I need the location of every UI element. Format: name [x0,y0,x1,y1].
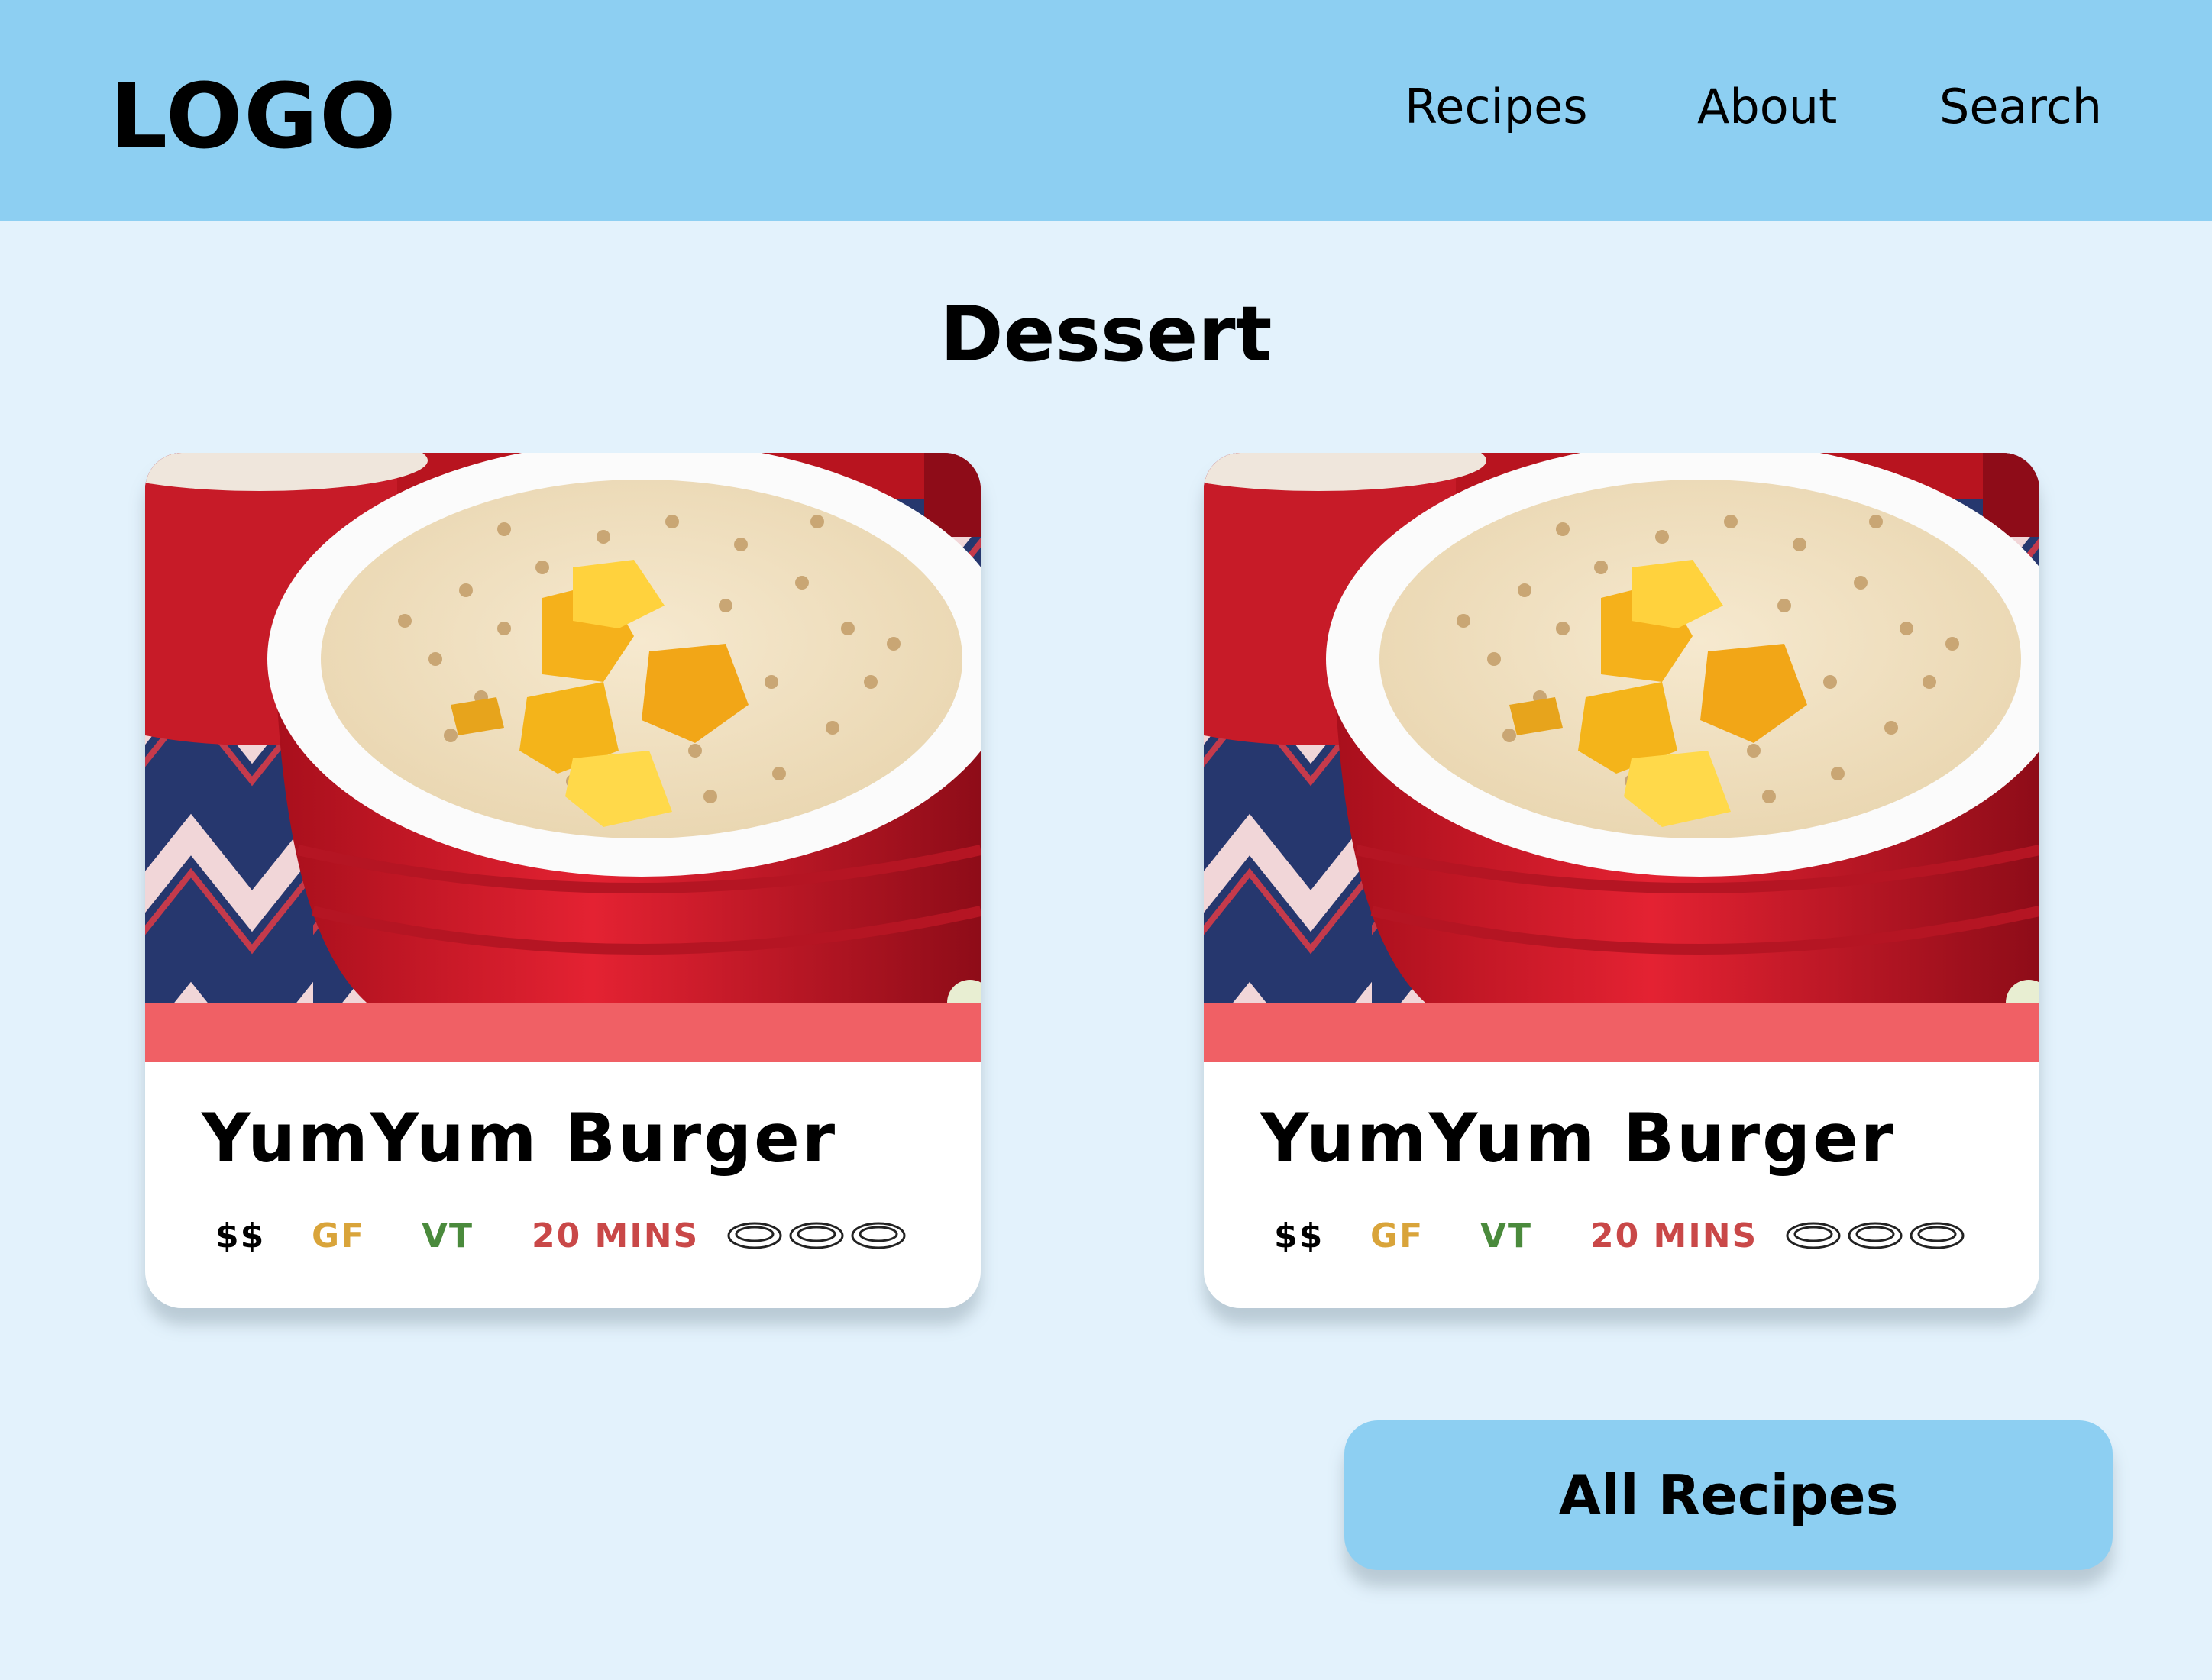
plate-icon [1786,1222,1841,1249]
logo[interactable]: LOGO [110,67,397,165]
vegetarian-label: VT [422,1216,474,1255]
servings [727,1216,910,1255]
plate-icon [851,1222,906,1249]
plate-icon [1910,1222,1965,1249]
cook-time-label: 20 MINS [1590,1216,1758,1255]
card-stripe [145,1003,981,1062]
servings [1786,1216,1969,1255]
card-stripe [1204,1003,2039,1062]
recipe-image[interactable] [1204,453,2039,1003]
gluten-free-label: GF [1370,1216,1425,1255]
recipe-card[interactable]: YumYum Burger $$ GF VT 20 MINS [1204,453,2039,1308]
recipe-image[interactable] [145,453,981,1003]
nav-link-recipes[interactable]: Recipes [1405,76,1588,137]
plate-icon [1848,1222,1903,1249]
nav-link-about[interactable]: About [1697,76,1837,137]
nav-link-search[interactable]: Search [1939,76,2102,137]
section-title: Dessert [939,289,1273,379]
gluten-free-label: GF [312,1216,366,1255]
plate-icon [727,1222,782,1249]
vegetarian-label: VT [1480,1216,1533,1255]
plate-icon [789,1222,844,1249]
cook-time-label: 20 MINS [532,1216,700,1255]
price-label: $$ [215,1216,266,1255]
all-recipes-button[interactable]: All Recipes [1344,1420,2113,1570]
price-label: $$ [1274,1216,1324,1255]
recipe-title[interactable]: YumYum Burger [1260,1100,1896,1177]
recipe-title[interactable]: YumYum Burger [202,1100,837,1177]
header: LOGO Recipes About Search [0,0,2212,221]
recipe-card[interactable]: YumYum Burger $$ GF VT 20 MINS [145,453,981,1308]
